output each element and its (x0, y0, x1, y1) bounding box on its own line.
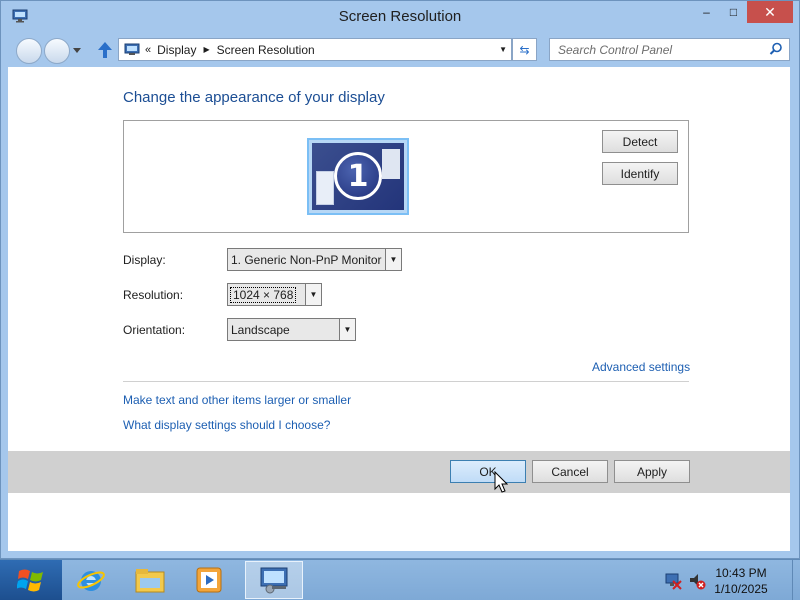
divider (123, 381, 689, 382)
control-panel-taskbar-item[interactable] (245, 561, 303, 599)
maximize-button[interactable]: □ (720, 1, 747, 23)
clock-date: 1/10/2025 (714, 582, 768, 596)
mouse-cursor-icon (494, 471, 508, 493)
file-explorer-icon (135, 569, 165, 593)
chevron-down-icon[interactable]: ▼ (339, 319, 355, 340)
detect-button[interactable]: Detect (602, 130, 678, 153)
advanced-settings-link[interactable]: Advanced settings (592, 360, 690, 374)
title-bar[interactable]: Screen Resolution – □ ✕ (1, 1, 799, 33)
recent-pages-chevron-icon[interactable] (73, 48, 81, 54)
screen-window-thumbnail (316, 171, 334, 205)
search-placeholder: Search Control Panel (558, 43, 673, 57)
breadcrumb-display[interactable]: Display (157, 43, 196, 57)
address-bar[interactable]: « Display ▶ Screen Resolution ▼ (118, 38, 512, 61)
chevron-down-icon[interactable]: ▼ (385, 249, 401, 270)
internet-explorer-taskbar-item[interactable] (62, 561, 120, 599)
resolution-select-value: 1024 × 768 (229, 286, 297, 303)
window-controls: – □ ✕ (693, 1, 793, 23)
network-status-icon[interactable] (664, 572, 682, 590)
back-button[interactable] (16, 38, 42, 64)
cancel-button[interactable]: Cancel (532, 460, 608, 483)
display-label: Display: (123, 253, 166, 267)
control-panel-icon (124, 43, 140, 55)
display-select-value: 1. Generic Non-PnP Monitor (231, 252, 382, 267)
dialog-button-strip: OK Cancel Apply (8, 451, 790, 493)
apply-button[interactable]: Apply (614, 460, 690, 483)
search-icon[interactable] (769, 42, 783, 56)
content-footer (8, 493, 790, 551)
display-help-link[interactable]: What display settings should I choose? (123, 418, 330, 432)
chevron-down-icon[interactable]: ▼ (305, 284, 321, 305)
screen-window-thumbnail (382, 149, 400, 179)
breadcrumb-separator-icon[interactable]: ▶ (203, 45, 209, 54)
taskbar: 10:43 PM 1/10/2025 (0, 559, 800, 600)
up-arrow-icon[interactable] (96, 40, 114, 60)
resolution-label: Resolution: (123, 288, 184, 302)
orientation-select-value: Landscape (231, 322, 290, 337)
ok-button[interactable]: OK (450, 460, 526, 483)
clock[interactable]: 10:43 PM 1/10/2025 (706, 565, 776, 597)
forward-button[interactable] (44, 38, 70, 64)
monitor-1-tile[interactable]: 1 (307, 138, 409, 215)
orientation-select[interactable]: Landscape ▼ (227, 318, 356, 341)
page-title: Change the appearance of your display (123, 89, 385, 106)
minimize-button[interactable]: – (693, 1, 720, 23)
show-desktop-button[interactable] (792, 560, 800, 600)
close-button[interactable]: ✕ (747, 1, 793, 23)
monitor-screen: 1 (312, 143, 404, 210)
breadcrumb-screen-resolution[interactable]: Screen Resolution (217, 43, 315, 57)
volume-muted-icon[interactable] (688, 572, 706, 590)
start-button[interactable] (0, 560, 62, 600)
windows-logo-icon (17, 569, 43, 592)
monitor-number-badge: 1 (334, 152, 382, 200)
address-dropdown-icon[interactable]: ▼ (499, 45, 507, 54)
breadcrumb-overflow[interactable]: « (145, 44, 151, 56)
display-select[interactable]: 1. Generic Non-PnP Monitor ▼ (227, 248, 402, 271)
content-area: Change the appearance of your display 1 … (8, 67, 790, 451)
search-input[interactable]: Search Control Panel (549, 38, 790, 61)
resolution-select[interactable]: 1024 × 768 ▼ (227, 283, 322, 306)
monitor-preview-panel: 1 Detect Identify (123, 120, 689, 233)
file-explorer-taskbar-item[interactable] (121, 561, 179, 599)
identify-button[interactable]: Identify (602, 162, 678, 185)
clock-time: 10:43 PM (715, 566, 767, 580)
refresh-button[interactable]: ⇆ (512, 38, 537, 61)
media-player-taskbar-item[interactable] (180, 561, 238, 599)
orientation-label: Orientation: (123, 323, 186, 337)
navigation-bar: « Display ▶ Screen Resolution ▼ ⇆ Search… (1, 33, 799, 67)
text-size-link[interactable]: Make text and other items larger or smal… (123, 393, 351, 407)
internet-explorer-icon (77, 571, 105, 591)
control-panel-icon (260, 567, 288, 594)
media-player-icon (196, 567, 222, 593)
window-title: Screen Resolution (338, 8, 462, 25)
